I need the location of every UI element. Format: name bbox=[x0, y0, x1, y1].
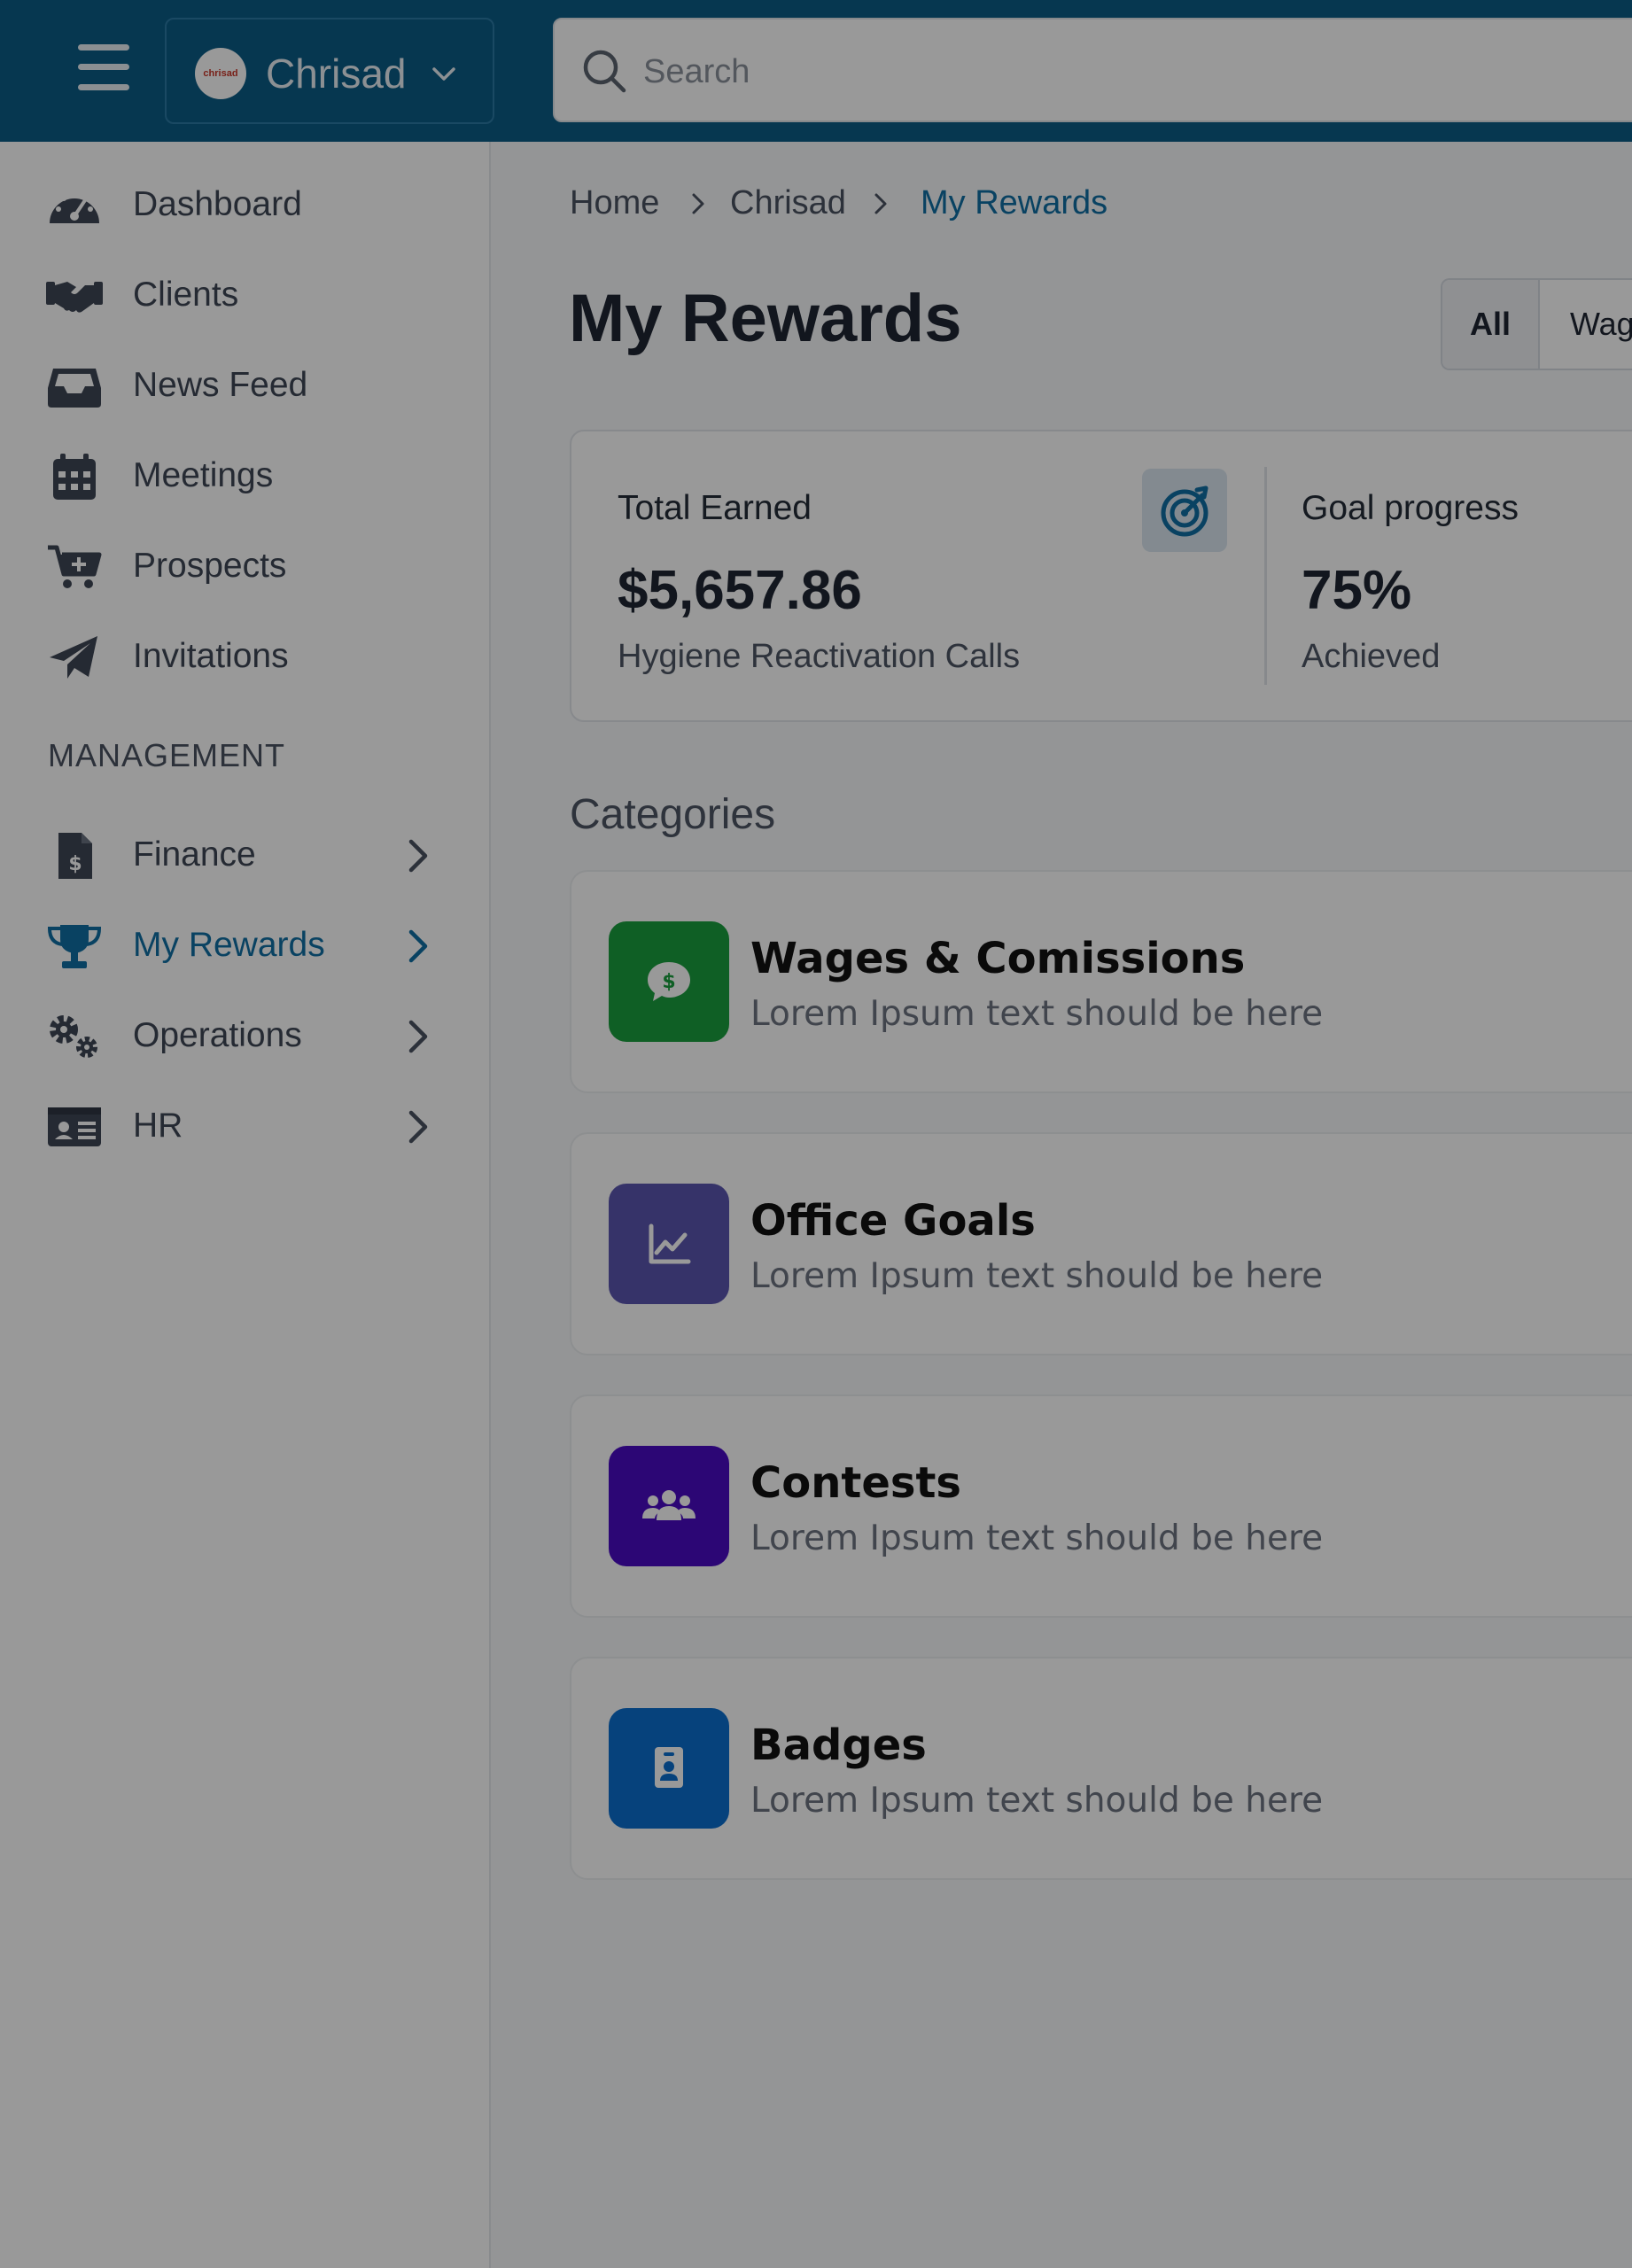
modal-backdrop[interactable] bbox=[0, 0, 1632, 2268]
